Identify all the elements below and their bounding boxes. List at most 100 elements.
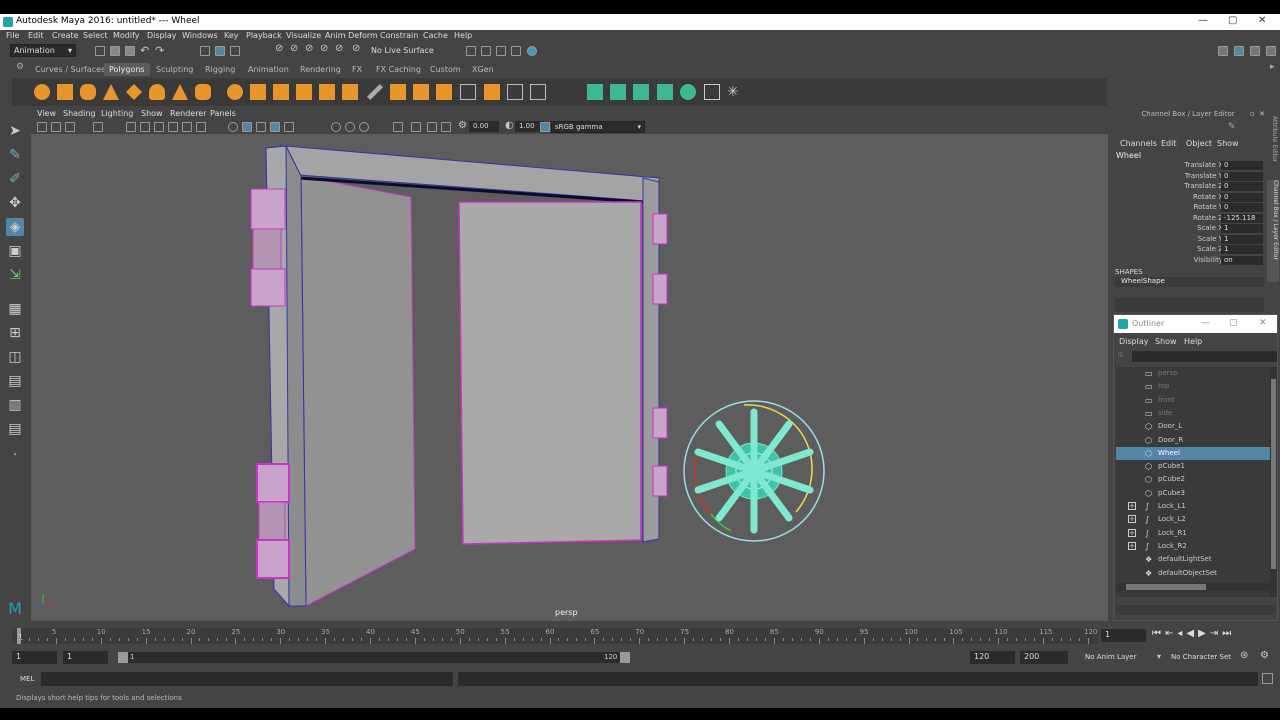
expand-icon[interactable]: +	[1128, 502, 1136, 510]
multi-cut-icon[interactable]	[367, 84, 383, 100]
list-item[interactable]: ⬡ pCube3	[1116, 487, 1270, 500]
textured-icon[interactable]	[168, 122, 178, 132]
cb-menu-object[interactable]: Object	[1186, 139, 1212, 148]
cb-menu-edit[interactable]: Edit	[1161, 139, 1177, 148]
xray-icon[interactable]	[242, 122, 252, 132]
minimize-icon[interactable]: —	[1198, 15, 1208, 26]
poly-cylinder-icon[interactable]	[80, 84, 96, 100]
tab-curves-surfaces[interactable]: Curves / Surfaces	[32, 65, 108, 74]
exposure-field[interactable]: 0.00	[469, 121, 499, 132]
outliner-layout-icon[interactable]: ▤	[6, 372, 24, 390]
door-left-mesh[interactable]	[300, 175, 416, 607]
list-item[interactable]: ⬡ Door_L	[1116, 420, 1270, 433]
motion-blur-icon[interactable]	[284, 122, 294, 132]
outliner-menu-help[interactable]: Help	[1184, 337, 1202, 346]
bookmark-icon[interactable]	[51, 122, 61, 132]
menu-anim-deform[interactable]: Anim Deform	[325, 31, 378, 40]
channel-box-icon[interactable]	[1266, 46, 1276, 56]
field-chart-icon[interactable]	[427, 122, 437, 132]
list-item[interactable]: + ∫ Lock_L2	[1116, 513, 1270, 526]
select-hierarchy-icon[interactable]	[200, 46, 210, 56]
attr-value[interactable]: on	[1221, 255, 1263, 265]
scrollbar-thumb[interactable]	[1271, 379, 1276, 569]
isolate-select-icon[interactable]	[228, 122, 238, 132]
snap-grid-icon[interactable]: ⊘	[275, 43, 283, 54]
vp-menu-show[interactable]: Show	[141, 109, 163, 118]
attr-value[interactable]: 1	[1221, 234, 1263, 244]
step-back-key-icon[interactable]: ⇤	[1165, 628, 1177, 639]
menu-file[interactable]: File	[6, 31, 19, 40]
cb-menu-show[interactable]: Show	[1217, 139, 1239, 148]
menuset-dropdown[interactable]: Animation ▾	[10, 44, 76, 57]
anim-layer-label[interactable]: No Anim Layer	[1085, 653, 1136, 661]
single-perspective-layout-icon[interactable]: ▦	[6, 300, 24, 318]
tab-animation[interactable]: Animation	[245, 65, 292, 74]
tool-settings-icon[interactable]	[1250, 46, 1260, 56]
attr-value[interactable]: 0	[1221, 203, 1263, 212]
close-icon[interactable]: ✕	[1259, 318, 1267, 328]
list-item[interactable]: ▭ side	[1116, 407, 1270, 420]
planar-uv-icon[interactable]	[587, 84, 603, 100]
poly-cube-icon[interactable]	[57, 84, 73, 100]
tab-rigging[interactable]: Rigging	[202, 65, 238, 74]
render-frame-icon[interactable]	[481, 46, 491, 56]
outliner-menu-display[interactable]: Display	[1119, 337, 1149, 346]
soft-select-icon[interactable]: ✳	[727, 84, 743, 100]
poly-torus-icon[interactable]	[149, 84, 165, 100]
screen-space-icon[interactable]	[359, 122, 369, 132]
poly-sphere-icon[interactable]	[34, 84, 50, 100]
attr-scale-z[interactable]: Scale Z1	[1110, 245, 1265, 255]
time-slider-track[interactable]: 1 51015202530354045505560657075808590951…	[12, 628, 1098, 644]
maximize-icon[interactable]: ▢	[1229, 318, 1238, 328]
smooth-icon[interactable]	[296, 84, 312, 100]
cb-menu-channels[interactable]: Channels	[1120, 139, 1157, 148]
target-weld-icon[interactable]	[530, 84, 546, 100]
attr-value[interactable]: 0	[1221, 192, 1263, 202]
safe-action-icon[interactable]	[441, 122, 451, 132]
attr-value[interactable]: 0	[1221, 161, 1263, 170]
menu-windows[interactable]: Windows	[182, 31, 218, 40]
minimize-icon[interactable]: —	[1201, 318, 1210, 328]
tab-rendering[interactable]: Rendering	[297, 65, 344, 74]
chevron-down-icon[interactable]: ▾	[1157, 652, 1161, 661]
outliner-horizontal-scrollbar[interactable]	[1116, 583, 1270, 591]
new-scene-icon[interactable]	[95, 46, 105, 56]
snap-point-icon[interactable]: ⊘	[305, 43, 313, 54]
poly-plane-icon[interactable]	[126, 84, 142, 100]
shape-name[interactable]: WheelShape	[1115, 277, 1264, 287]
expand-icon[interactable]: +	[1128, 515, 1136, 524]
lasso-tool-icon[interactable]: ✎	[6, 146, 24, 164]
list-item[interactable]: ⬡ pCube2	[1116, 473, 1270, 486]
poly-pipe-icon[interactable]	[195, 84, 211, 100]
snap-curve-icon[interactable]: ⊘	[290, 43, 298, 54]
expand-icon[interactable]: +	[1128, 528, 1136, 537]
append-polygon-icon[interactable]	[484, 84, 500, 100]
undo-icon[interactable]: ↶	[140, 44, 149, 57]
menu-constrain[interactable]: Constrain	[380, 31, 418, 40]
lock-l2-top[interactable]	[256, 463, 290, 503]
close-icon[interactable]: ✕	[1258, 15, 1266, 26]
anim-end-field[interactable]: 120	[970, 651, 1015, 664]
paint-select-icon[interactable]: ✐	[6, 170, 24, 188]
auto-key-icon[interactable]: ⊛	[1240, 650, 1248, 661]
list-item[interactable]: ▭ persp	[1116, 367, 1270, 380]
menu-cache[interactable]: Cache	[423, 31, 448, 40]
end-time-field[interactable]: 200	[1020, 651, 1068, 664]
shadows-icon[interactable]	[196, 122, 206, 132]
list-item[interactable]: ▭ top	[1116, 380, 1270, 393]
attr-translate-x[interactable]: Translate X0	[1110, 161, 1265, 171]
panel-layout-icon[interactable]: ▤	[6, 420, 24, 438]
float-icon[interactable]: ▫	[1250, 110, 1255, 118]
door-right-mesh[interactable]	[458, 201, 642, 545]
menu-select[interactable]: Select	[83, 31, 108, 40]
ambient-occlusion-icon[interactable]	[270, 122, 280, 132]
vp-menu-panels[interactable]: Panels	[210, 109, 236, 118]
lock-l2-bottom[interactable]	[256, 539, 290, 579]
menu-visualize[interactable]: Visualize	[286, 31, 321, 40]
lock-r1-bottom[interactable]	[652, 273, 668, 305]
channel-box-tab[interactable]: Channel Box / Layer Editor	[1267, 180, 1279, 282]
snap-surface-icon[interactable]: ⊘	[335, 43, 343, 54]
attr-rotate-z[interactable]: Rotate Z -125.118	[1110, 213, 1265, 224]
select-component-icon[interactable]	[230, 46, 240, 56]
vp-menu-shading[interactable]: Shading	[63, 109, 96, 118]
